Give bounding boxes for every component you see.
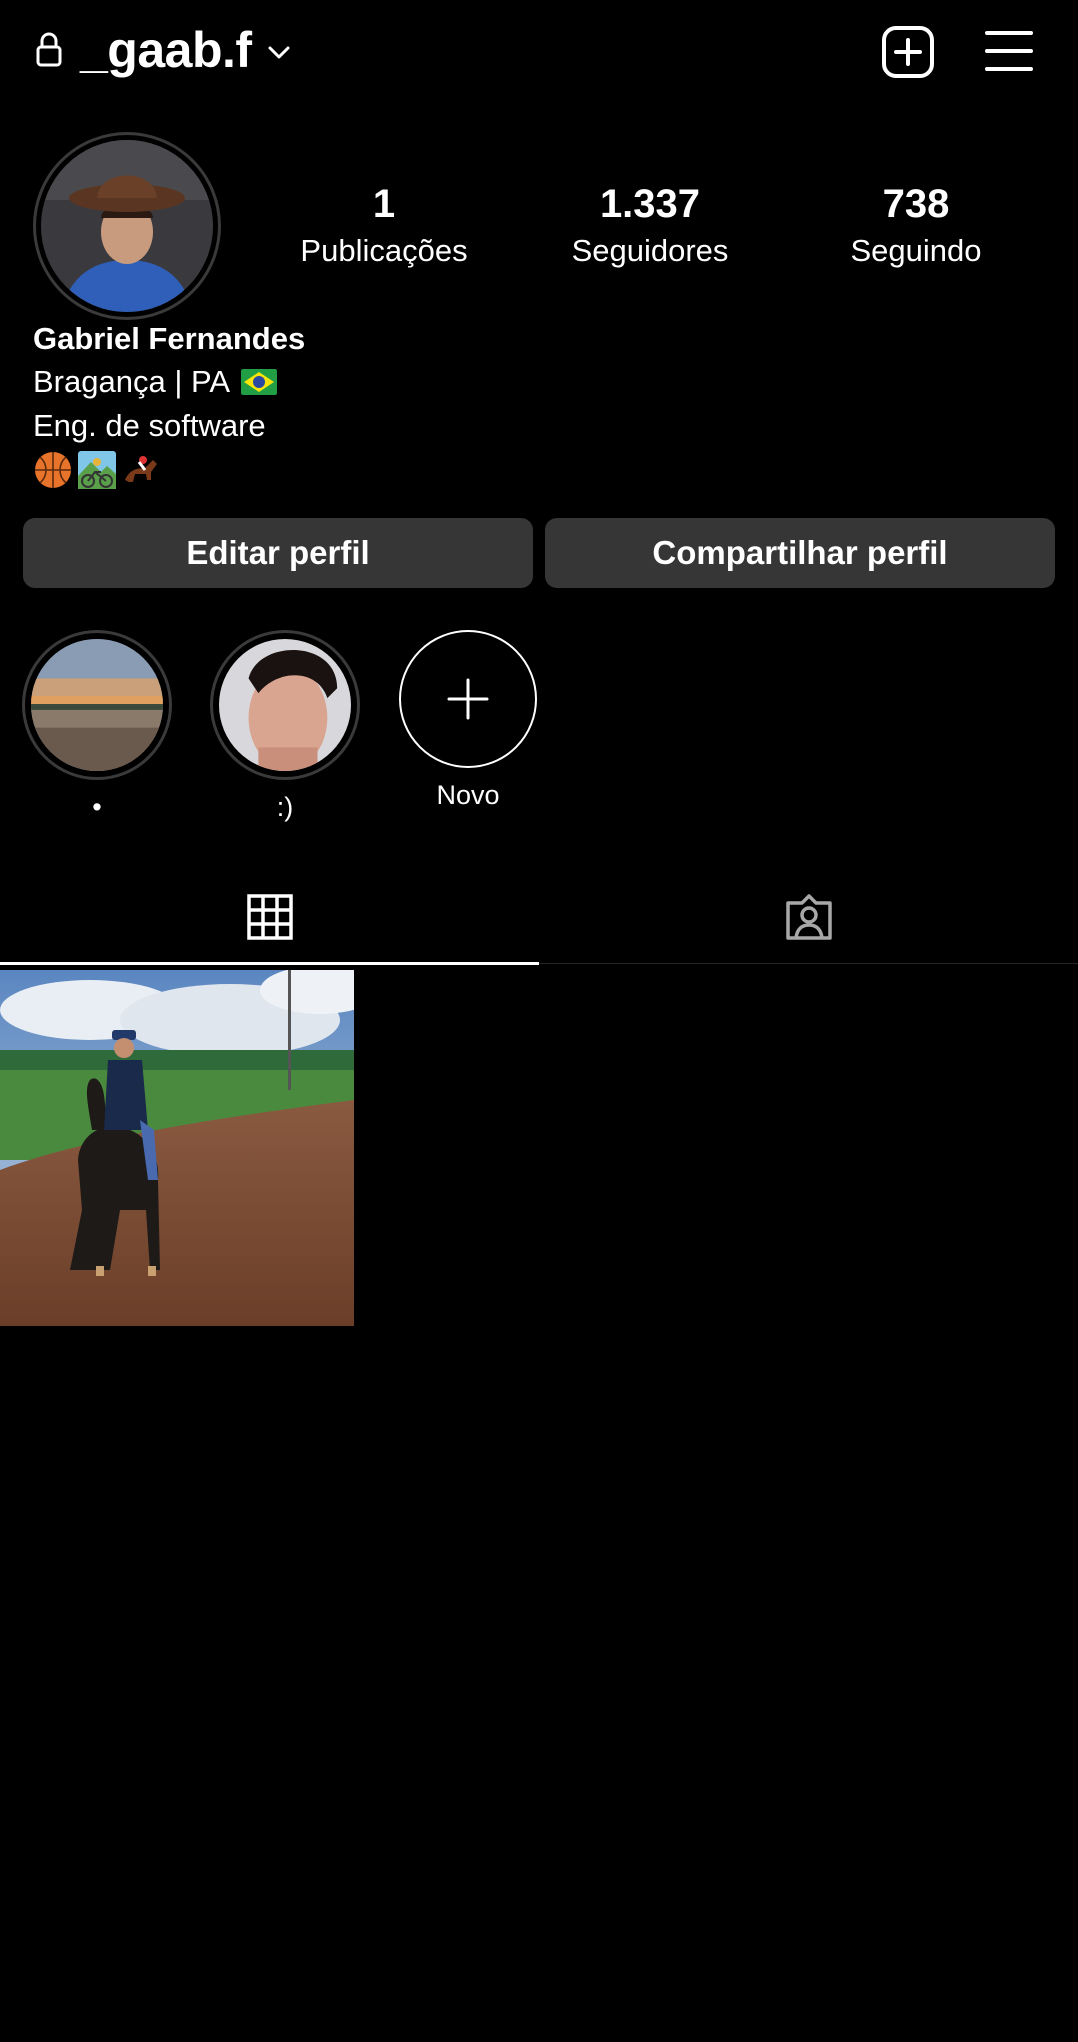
followers-label: Seguidores (571, 233, 729, 268)
new-highlight-button[interactable]: Novo (393, 630, 543, 812)
highlight-ring (22, 630, 172, 780)
posts-count: 1 (372, 182, 396, 226)
account-switcher-button[interactable]: _gaab.f (80, 18, 292, 82)
following-label: Seguindo (850, 233, 982, 268)
highlight-label: :) (276, 792, 294, 822)
new-highlight-label: Novo (436, 780, 500, 810)
stat-posts[interactable]: 1 Publicações (264, 180, 504, 272)
bio-location: Bragança | PA (33, 364, 229, 399)
plus-icon (447, 678, 489, 720)
stat-following[interactable]: 738 Seguindo (796, 180, 1036, 272)
mountain-bike-icon (78, 451, 116, 489)
post-thumbnail[interactable] (0, 970, 354, 1326)
posts-label: Publicações (300, 233, 468, 268)
username: _gaab.f (80, 22, 252, 78)
full-name: Gabriel Fernandes (33, 321, 306, 356)
post-image-horse-rider (0, 970, 354, 1326)
tagged-user-icon (785, 894, 832, 940)
highlight-cover-sunset (31, 639, 163, 771)
following-count: 738 (882, 182, 950, 226)
highlight-ring (210, 630, 360, 780)
bio-emojis (33, 450, 933, 490)
stat-followers[interactable]: 1.337 Seguidores (530, 180, 770, 272)
lock-icon (36, 32, 62, 67)
tab-selected-indicator (0, 962, 539, 965)
brazil-flag-icon (240, 369, 277, 395)
followers-count: 1.337 (599, 182, 701, 226)
hamburger-menu-icon[interactable] (984, 28, 1034, 74)
highlight-item[interactable]: :) (210, 630, 360, 824)
highlight-item[interactable]: • (22, 630, 172, 824)
tab-tagged[interactable] (539, 870, 1078, 964)
bio-occupation: Eng. de software (33, 408, 266, 443)
edit-profile-button[interactable]: Editar perfil (23, 518, 533, 588)
profile-avatar[interactable] (33, 132, 221, 320)
highlight-cover-selfie (219, 639, 351, 771)
top-bar: _gaab.f (0, 0, 1078, 104)
new-highlight-circle (399, 630, 537, 768)
bio-section: Gabriel Fernandes Bragança | PA Eng. de … (33, 318, 933, 490)
bio-location-line: Bragança | PA (33, 360, 933, 404)
tab-posts-grid[interactable] (0, 870, 539, 965)
plus-square-icon[interactable] (880, 24, 936, 80)
basketball-icon (35, 452, 71, 488)
chevron-down-icon (268, 46, 290, 59)
horse-racing-icon (125, 456, 157, 482)
share-profile-button[interactable]: Compartilhar perfil (545, 518, 1055, 588)
profile-page: _gaab.f 1 Publicações 1.337 Seguidores 7… (0, 0, 1078, 2042)
highlight-label: • (92, 792, 102, 822)
avatar-image (41, 140, 213, 312)
grid-icon (246, 894, 293, 940)
profile-tabs (0, 870, 1078, 965)
